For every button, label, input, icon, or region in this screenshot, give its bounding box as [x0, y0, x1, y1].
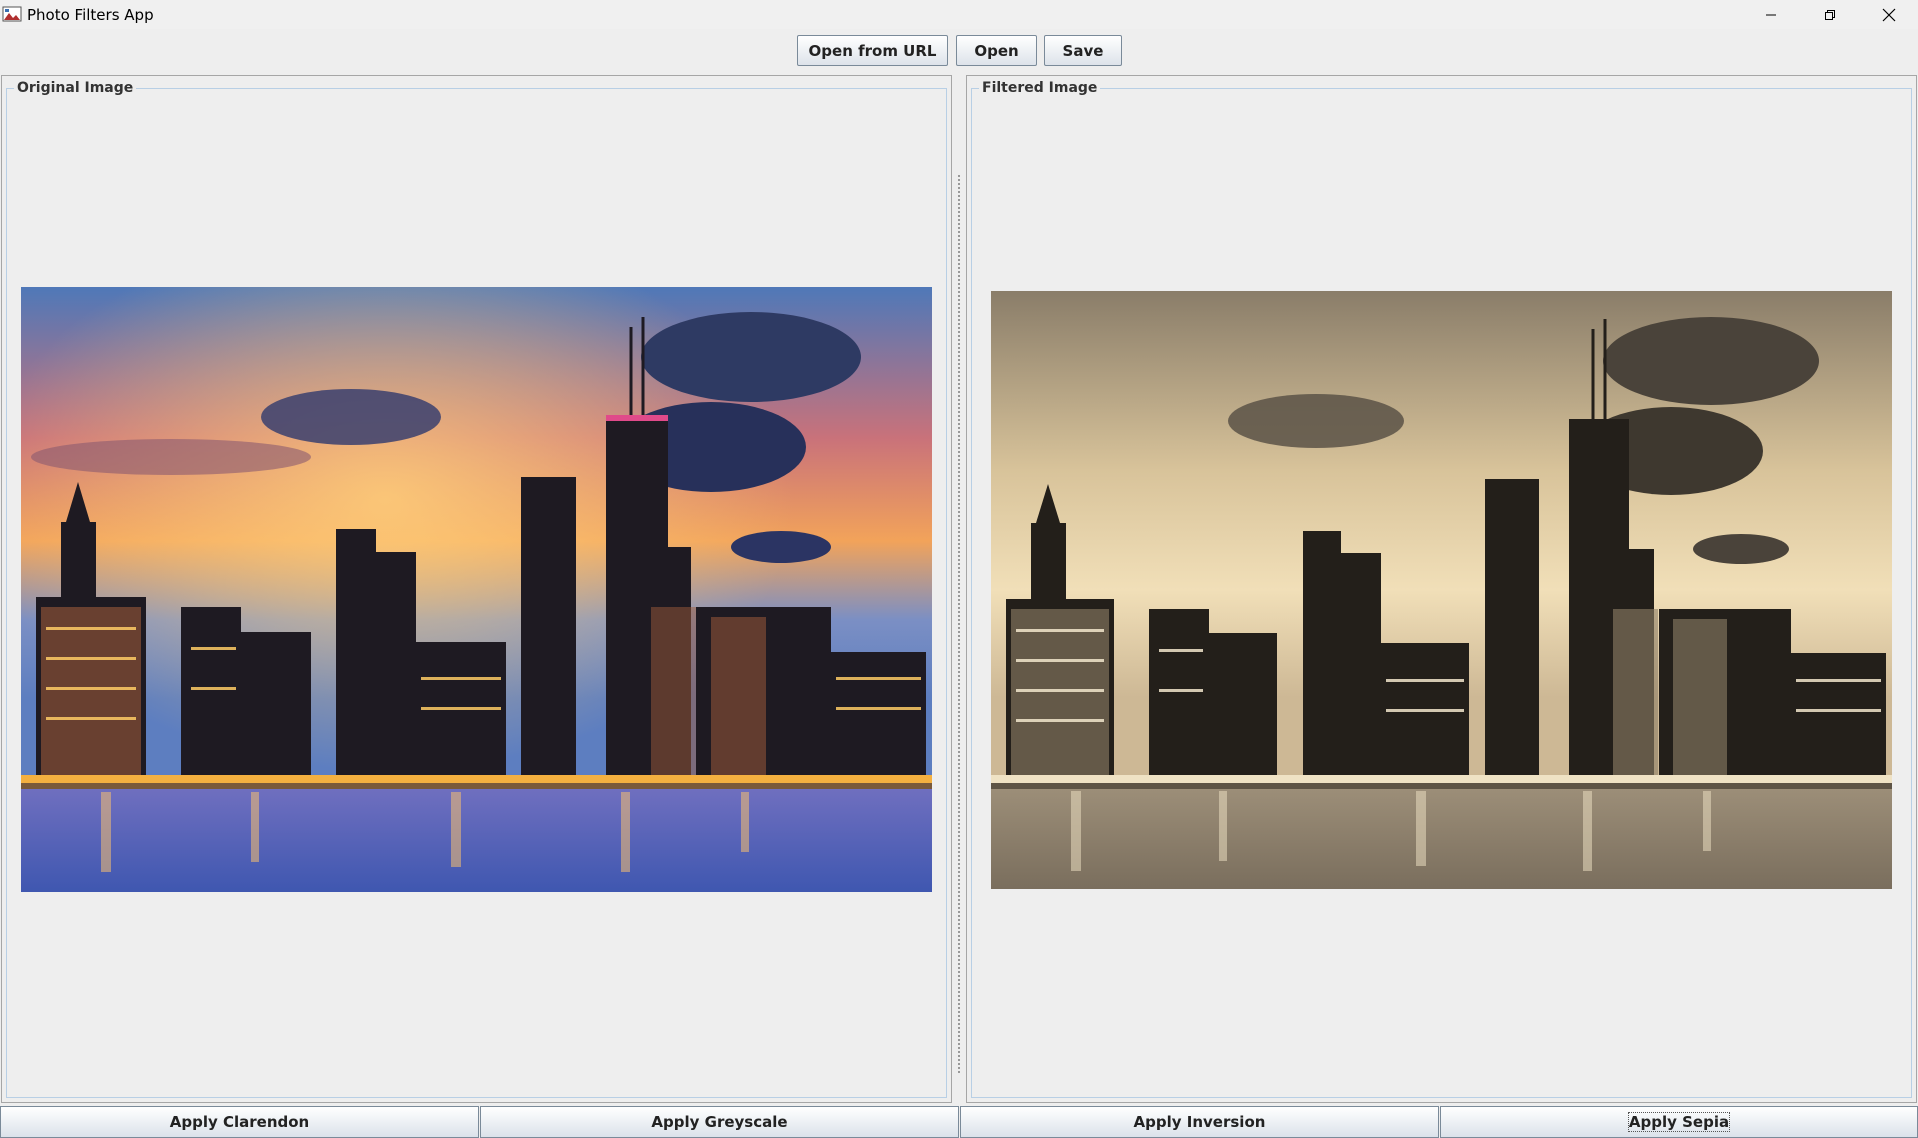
app-icon [2, 6, 22, 22]
original-photo [21, 287, 932, 892]
save-button[interactable]: Save [1044, 35, 1122, 66]
filter-button-bar: Apply Clarendon Apply Greyscale Apply In… [0, 1106, 1918, 1138]
close-icon [1882, 8, 1896, 21]
apply-inversion-label: Apply Inversion [1133, 1113, 1266, 1131]
open-from-url-button[interactable]: Open from URL [797, 35, 948, 66]
apply-greyscale-label: Apply Greyscale [651, 1113, 788, 1131]
filtered-image-title: Filtered Image [979, 80, 1101, 96]
close-button[interactable] [1860, 0, 1918, 29]
apply-greyscale-button[interactable]: Apply Greyscale [480, 1106, 959, 1138]
app-window: Photo Filters App Open from URL Open Sav… [0, 0, 1918, 1138]
restore-icon [1825, 9, 1835, 20]
open-button[interactable]: Open [956, 35, 1037, 66]
filtered-photo [991, 291, 1892, 889]
title-bar: Photo Filters App [0, 0, 1918, 29]
apply-clarendon-label: Apply Clarendon [169, 1113, 310, 1131]
restore-button[interactable] [1801, 0, 1859, 29]
divider-grip [958, 175, 960, 1075]
minimize-icon [1766, 14, 1776, 15]
toolbar: Open from URL Open Save [0, 29, 1918, 73]
apply-sepia-button[interactable]: Apply Sepia [1440, 1106, 1918, 1138]
apply-inversion-button[interactable]: Apply Inversion [960, 1106, 1439, 1138]
minimize-button[interactable] [1742, 0, 1800, 29]
apply-clarendon-button[interactable]: Apply Clarendon [0, 1106, 479, 1138]
window-title: Photo Filters App [27, 6, 154, 24]
apply-sepia-label: Apply Sepia [1627, 1112, 1731, 1132]
original-image-title: Original Image [14, 80, 137, 96]
split-pane-divider[interactable] [952, 75, 966, 1103]
